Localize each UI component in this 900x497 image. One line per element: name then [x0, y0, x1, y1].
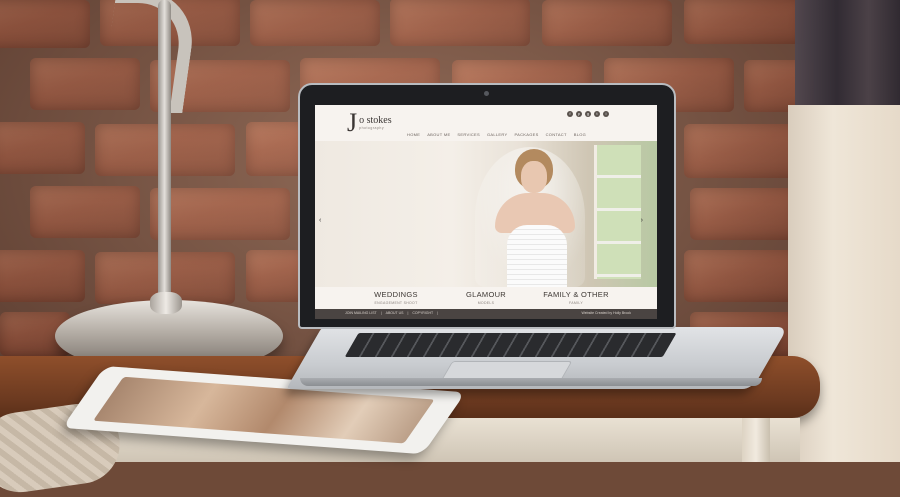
logo-name: o stokes [359, 114, 392, 126]
site-nav: HOME ABOUT ME SERVICES GALLERY PACKAGES … [407, 132, 586, 137]
logo-letter: J [347, 108, 358, 137]
curtain [795, 0, 900, 110]
social-icons: f p g t i [567, 111, 609, 117]
site-footer: JOIN MAILING LIST | ABOUT US | COPYRIGHT… [315, 309, 657, 319]
category-bar: WEDDINGS ENGAGEMENT SHOOT GLAMOUR MODELS… [315, 287, 657, 309]
site-header: J o stokes photography HOME ABOUT ME SER… [315, 105, 657, 141]
hero-window [594, 145, 641, 279]
pinterest-icon[interactable]: p [576, 111, 582, 117]
nav-gallery[interactable]: GALLERY [487, 132, 507, 137]
laptop-lid: J o stokes photography HOME ABOUT ME SER… [298, 83, 676, 329]
nav-contact[interactable]: CONTACT [546, 132, 567, 137]
footer-mailing-list[interactable]: JOIN MAILING LIST [345, 311, 377, 315]
category-weddings[interactable]: WEDDINGS ENGAGEMENT SHOOT [356, 287, 436, 309]
footer-separator: | [380, 311, 382, 315]
category-family[interactable]: FAMILY & OTHER FAMILY [536, 287, 616, 309]
google-plus-icon[interactable]: g [585, 111, 591, 117]
facebook-icon[interactable]: f [567, 111, 573, 117]
footer-copyright[interactable]: COPYRIGHT [412, 311, 433, 315]
camera-icon [484, 91, 489, 96]
nav-home[interactable]: HOME [407, 132, 420, 137]
footer-separator: | [437, 311, 439, 315]
hero-slider: ‹ › [315, 141, 657, 287]
footer-about[interactable]: ABOUT US [386, 311, 404, 315]
category-glamour[interactable]: GLAMOUR MODELS [446, 287, 526, 309]
nav-services[interactable]: SERVICES [457, 132, 480, 137]
footer-credit[interactable]: Website Created by Holly Brook [581, 311, 631, 315]
slider-prev-icon[interactable]: ‹ [319, 217, 321, 224]
logo-subtitle: photography [359, 125, 385, 130]
instagram-icon[interactable]: i [603, 111, 609, 117]
lamp-arm-curve [99, 0, 200, 113]
laptop-screen: J o stokes photography HOME ABOUT ME SER… [315, 105, 657, 319]
nav-blog[interactable]: BLOG [574, 132, 586, 137]
footer-separator: | [407, 311, 409, 315]
twitter-icon[interactable]: t [594, 111, 600, 117]
slider-next-icon[interactable]: › [641, 217, 643, 224]
nav-about[interactable]: ABOUT ME [427, 132, 450, 137]
site-logo[interactable]: J o stokes photography [347, 108, 392, 137]
laptop-edge [300, 378, 762, 386]
cabinet-leg [742, 418, 770, 462]
lamp-neck [150, 292, 182, 314]
footer-links: JOIN MAILING LIST | ABOUT US | COPYRIGHT… [345, 311, 438, 315]
bride-photo [475, 147, 585, 287]
nav-packages[interactable]: PACKAGES [514, 132, 538, 137]
lamp-arm [158, 0, 171, 320]
keyboard [344, 333, 677, 357]
